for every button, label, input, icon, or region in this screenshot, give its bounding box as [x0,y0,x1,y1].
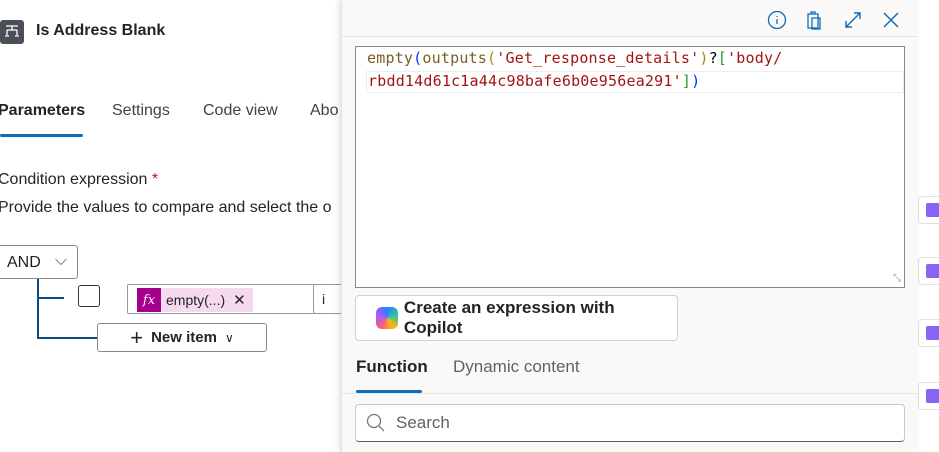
new-item-label: New item [151,329,217,346]
expression-editor-panel: empty(outputs('Get_response_details')?['… [341,0,918,452]
search-icon [366,413,385,432]
clipboard-icon[interactable] [803,9,825,31]
action-icon [926,326,939,340]
plus-icon: + [130,324,144,350]
row-checkbox[interactable] [78,285,100,307]
search-placeholder: Search [396,413,450,432]
new-item-button[interactable]: + New item ∨ [97,323,267,352]
chevron-down-icon: ∨ [224,330,234,345]
action-title: Is Address Blank [36,22,166,39]
canvas-card[interactable] [918,382,939,410]
chevron-down-icon: ⌵ [54,252,67,269]
expression-token[interactable]: fx empty(...) ✕ [137,288,253,312]
tree-line [37,279,39,338]
remove-token-icon[interactable]: ✕ [233,291,246,309]
tab-dynamic-content[interactable]: Dynamic content [453,357,580,377]
group-operator-dropdown[interactable]: AND ⌵ [0,245,78,279]
canvas-card[interactable] [918,196,939,224]
active-tab-indicator [0,134,83,137]
condition-icon [0,20,24,44]
tab-about[interactable]: Abo [310,102,338,120]
copilot-icon [376,307,398,329]
condition-label-text: Condition expression [0,171,148,188]
code-line-1: empty(outputs('Get_response_details')?['… [367,49,783,67]
tab-code-view[interactable]: Code view [203,102,278,120]
search-input[interactable]: Search [355,404,905,442]
tab-function[interactable]: Function [356,357,428,377]
action-icon [926,264,939,278]
group-operator-value: AND [7,254,41,271]
required-mark: * [151,171,159,188]
tree-line [37,337,97,339]
code-line-2: rbdd14d61c1a44c98bafe6b0e956ea291']) [366,71,904,93]
close-icon[interactable] [880,9,902,31]
condition-description: Provide the values to compare and select… [0,199,332,216]
tab-settings[interactable]: Settings [112,102,170,120]
tree-line [37,297,64,299]
copilot-button-label: Create an expression with Copilot [403,298,615,337]
panel-header [342,0,918,37]
expand-icon[interactable] [842,9,864,31]
action-icon [926,389,939,403]
action-icon [926,203,939,217]
operator-dropdown[interactable]: i [313,284,343,314]
fx-icon: fx [137,288,161,312]
info-icon[interactable] [766,9,788,31]
copilot-expression-button[interactable]: Create an expression with Copilot [355,295,678,341]
divider [342,393,918,394]
expression-editor[interactable]: empty(outputs('Get_response_details')?['… [355,46,905,288]
canvas-card[interactable] [918,257,939,285]
token-label: empty(...) [166,292,226,308]
tab-parameters[interactable]: Parameters [0,102,85,120]
resize-grip-icon[interactable]: ⤡ [893,273,901,284]
canvas-card[interactable] [918,319,939,347]
condition-label: Condition expression * [0,171,158,189]
